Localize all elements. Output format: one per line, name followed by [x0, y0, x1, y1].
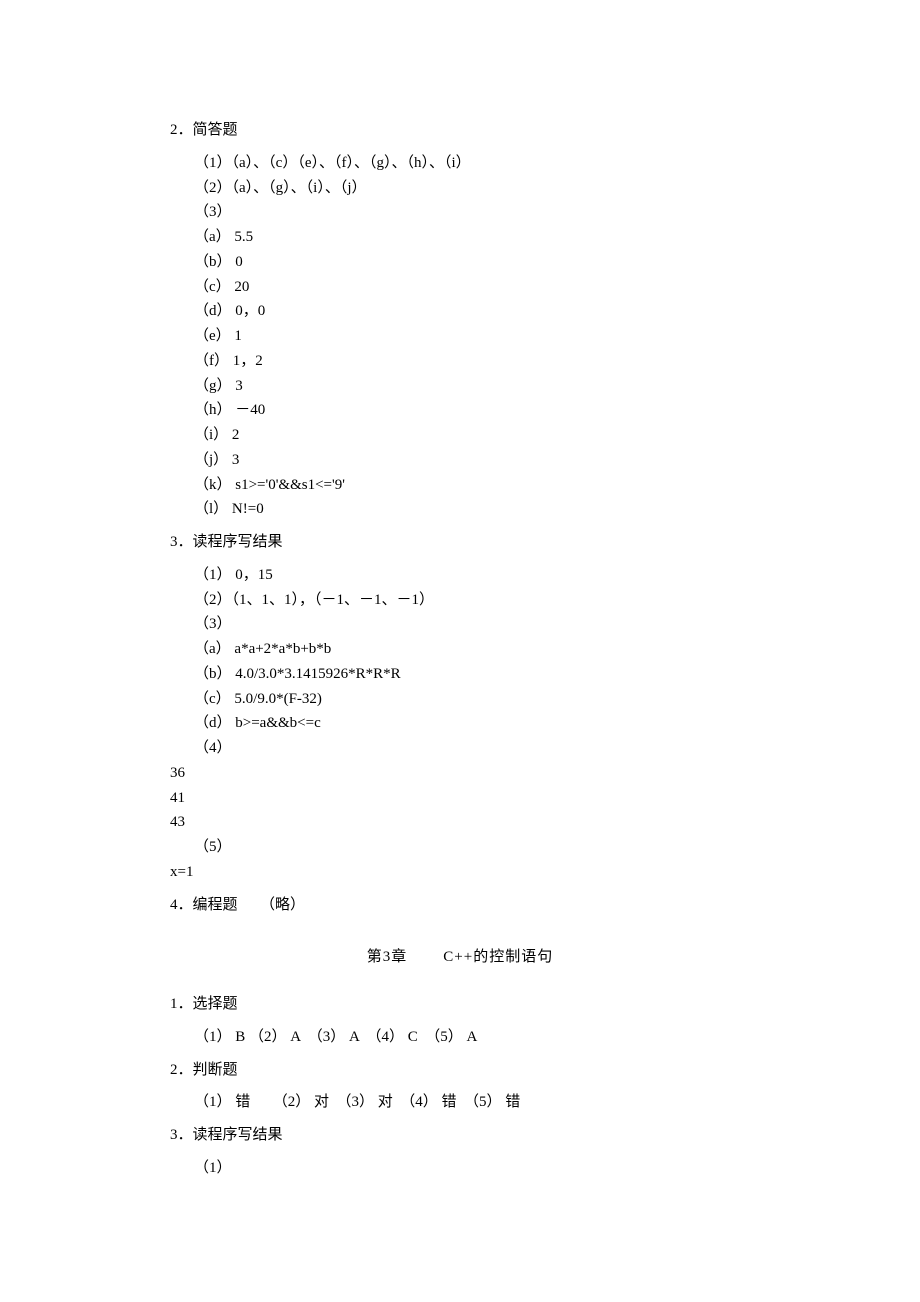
section2-line: （a） 5.5 — [194, 225, 750, 250]
section4-title: 4．编程题 （略） — [170, 893, 750, 918]
document-page: 2．简答题 （1）（a）、（c）（e）、（f）、（g）、（h）、（i） （2）（… — [0, 0, 920, 1302]
section3-line: （5） — [194, 835, 750, 860]
ch3-sec2-title: 2．判断题 — [170, 1058, 750, 1083]
section2-line: （g） 3 — [194, 374, 750, 399]
section2-line: （3） — [194, 200, 750, 225]
section3-line: （d） b>=a&&b<=c — [194, 711, 750, 736]
ch3-sec1-title: 1．选择题 — [170, 992, 750, 1017]
section3-line: （1） 0，15 — [194, 563, 750, 588]
ch3-sec3-line: （1） — [194, 1156, 750, 1181]
ch3-sec1-line: （1） B （2） A （3） A （4） C （5） A — [194, 1025, 750, 1050]
section2-line: （1）（a）、（c）（e）、（f）、（g）、（h）、（i） — [194, 151, 750, 176]
section3-line: （2）（1、1、1），（－1、－1、－1） — [194, 588, 750, 613]
section3-line: （a） a*a+2*a*b+b*b — [194, 637, 750, 662]
section2-line: （e） 1 — [194, 324, 750, 349]
ch3-sec1-body: （1） B （2） A （3） A （4） C （5） A — [170, 1025, 750, 1050]
section3-body-cont: （5） — [170, 835, 750, 860]
section3-title: 3．读程序写结果 — [170, 530, 750, 555]
ch3-sec3-body: （1） — [170, 1156, 750, 1181]
section2-line: （l） N!=0 — [194, 497, 750, 522]
ch3-sec2-body: （1） 错 （2） 对 （3） 对 （4） 错 （5） 错 — [170, 1090, 750, 1115]
section2-line: （d） 0，0 — [194, 299, 750, 324]
section2-line: （h） －40 — [194, 398, 750, 423]
section2-line: （f） 1，2 — [194, 349, 750, 374]
section2-line: （k） s1>='0'&&s1<='9' — [194, 473, 750, 498]
chapter-number: 第3章 — [367, 949, 408, 965]
section2-line: （j） 3 — [194, 448, 750, 473]
section3-output: 36 — [170, 761, 750, 786]
section3-output: 41 — [170, 786, 750, 811]
chapter-heading: 第3章 C++的控制语句 — [170, 945, 750, 970]
ch3-sec2-line: （1） 错 （2） 对 （3） 对 （4） 错 （5） 错 — [194, 1090, 750, 1115]
section2-title: 2．简答题 — [170, 118, 750, 143]
section2-line: （i） 2 — [194, 423, 750, 448]
chapter-title: C++的控制语句 — [443, 949, 553, 965]
section3-output: 43 — [170, 810, 750, 835]
section3-line: （c） 5.0/9.0*(F-32) — [194, 687, 750, 712]
section3-line: （b） 4.0/3.0*3.1415926*R*R*R — [194, 662, 750, 687]
section3-body: （1） 0，15 （2）（1、1、1），（－1、－1、－1） （3） （a） a… — [170, 563, 750, 761]
section3-line: （3） — [194, 612, 750, 637]
section3-line: （4） — [194, 736, 750, 761]
section2-line: （c） 20 — [194, 275, 750, 300]
section2-line: （2）（a）、（g）、（i）、（j） — [194, 176, 750, 201]
section2-line: （b） 0 — [194, 250, 750, 275]
ch3-sec3-title: 3．读程序写结果 — [170, 1123, 750, 1148]
section3-output: x=1 — [170, 860, 750, 885]
section2-body: （1）（a）、（c）（e）、（f）、（g）、（h）、（i） （2）（a）、（g）… — [170, 151, 750, 522]
